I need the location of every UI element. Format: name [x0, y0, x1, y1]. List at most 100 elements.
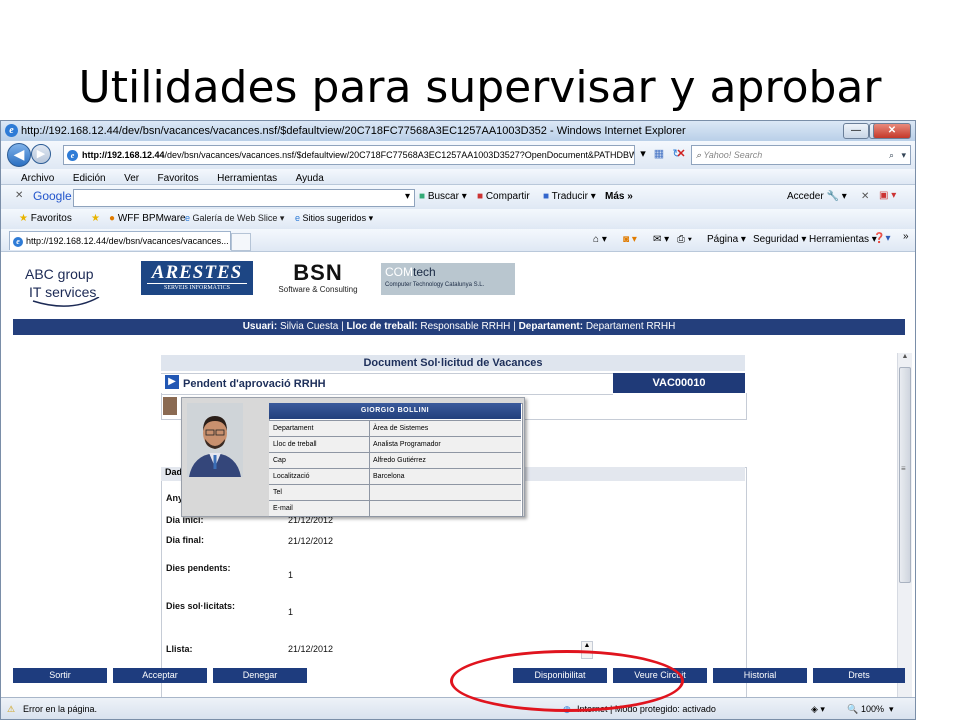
forward-button[interactable]: ▶ [31, 144, 51, 164]
popup-value: Barcelona [373, 473, 405, 480]
back-button[interactable]: ◀ [7, 143, 31, 167]
popup-row: Departament Àrea de Sistemes [269, 420, 521, 436]
mail-icon[interactable]: ✉ ▾ [653, 234, 669, 245]
popup-row: Localització Barcelona [269, 468, 521, 484]
requester-avatar[interactable] [163, 397, 177, 415]
employee-name: GIORGIO BOLLINI [269, 403, 521, 419]
google-search-input[interactable] [73, 189, 415, 207]
field-dies-sollicitats-value: 1 [288, 607, 294, 617]
popup-key: Cap [273, 457, 286, 464]
popup-row: Tel [269, 484, 521, 500]
pagina-menu[interactable]: Página ▾ [707, 234, 746, 245]
title-bar: e http://192.168.12.44/dev/bsn/vacances/… [1, 121, 915, 141]
tab-row: e http://192.168.12.44/dev/bsn/vacances/v… [1, 229, 915, 252]
historial-button[interactable]: Historial [713, 668, 807, 683]
help-icon[interactable]: ❓▾ [873, 233, 890, 244]
search-dropdown-icon[interactable]: ▾ [901, 146, 906, 164]
acceder-button[interactable]: Acceder 🔧 ▾ [787, 191, 847, 202]
close-button[interactable]: ✕ [873, 123, 911, 139]
zoom-level[interactable]: 100% [861, 698, 884, 719]
scrollbar-thumb[interactable]: ≡ [899, 367, 911, 583]
page-icon: e [67, 150, 78, 162]
chevron-more-icon[interactable]: » [903, 231, 909, 242]
employee-photo [187, 403, 243, 477]
bsn-text: BSN [293, 260, 343, 285]
address-bar[interactable]: e http://192.168.12.44/dev/bsn/vacances/v… [63, 145, 635, 165]
menu-ver[interactable]: Ver [124, 173, 139, 184]
menu-edicion[interactable]: Edición [73, 173, 106, 184]
google-buscar-button[interactable]: ■ Buscar ▾ [419, 191, 467, 202]
zoom-icon[interactable]: 🔍 [847, 698, 858, 719]
search-input[interactable]: ⌕ Yahoo! Search ⌕ ▾ [691, 145, 911, 165]
slide-title: Utilidades para supervisar y aprobar [78, 62, 882, 113]
feeds-icon[interactable]: ◙ ▾ [623, 234, 637, 245]
menu-ayuda[interactable]: Ayuda [296, 173, 324, 184]
google-traducir-button[interactable]: ■ Traducir ▾ [543, 191, 596, 202]
add-favorite-icon[interactable]: ★ [91, 213, 100, 224]
sitios-icon: e [295, 213, 301, 223]
menu-herramientas[interactable]: Herramientas [217, 173, 277, 184]
minimize-button[interactable]: — [843, 123, 869, 139]
arestes-sub: SERVEIS INFORMÀTICS [147, 283, 247, 292]
popup-row: E-mail [269, 500, 521, 516]
new-tab-button[interactable] [231, 233, 251, 251]
bsn-sub: Software & Consulting [278, 285, 358, 294]
traducir-label: Traducir [551, 191, 588, 202]
favorites-bar: ★ Favoritos ★ ● WFF BPMware e Galería de… [1, 209, 915, 230]
highlight-ellipse [450, 650, 684, 712]
popup-row: Cap Alfredo Gutiérrez [269, 452, 521, 468]
field-dies-sollicitats-label: Dies sol·licitats: [166, 601, 236, 611]
comtech-com: COM [385, 265, 413, 279]
star-icon: ★ [19, 213, 28, 224]
google-dropdown-icon[interactable]: ▾ [405, 191, 410, 202]
print-icon[interactable]: ⎙ ▾ [677, 234, 692, 245]
popup-key: E-mail [273, 505, 293, 512]
seguridad-menu[interactable]: Seguridad ▾ [753, 234, 806, 245]
fav-sitios[interactable]: e Sitios sugeridos ▾ [295, 213, 373, 224]
google-compartir-button[interactable]: ■ Compartir [477, 191, 530, 202]
addon-icon[interactable]: ▣ ▾ [879, 190, 896, 201]
herramientas-label: Herramientas [809, 234, 870, 245]
toolbar-close-icon[interactable]: ✕ [15, 190, 23, 201]
zoom-dropdown-icon[interactable]: ▾ [889, 698, 894, 719]
acceptar-button[interactable]: Acceptar [113, 668, 207, 683]
wrench-icon: 🔧 [826, 191, 839, 202]
address-path: /dev/bsn/vacances/vacances.nsf/$defaultv… [164, 150, 635, 160]
menu-archivo[interactable]: Archivo [21, 173, 54, 184]
denegar-button[interactable]: Denegar [213, 668, 307, 683]
play-arrow-icon[interactable]: ▶ [165, 375, 179, 389]
herramientas-menu[interactable]: Herramientas ▾ [809, 234, 877, 245]
compartir-label: Compartir [485, 191, 530, 202]
drets-button[interactable]: Drets [813, 668, 905, 683]
field-llista-label: Llista: [166, 644, 193, 654]
menu-favoritos[interactable]: Favoritos [158, 173, 199, 184]
toolbar-close2-icon[interactable]: ✕ [861, 191, 869, 202]
popup-key: Lloc de treball [273, 441, 317, 448]
compatibility-icon[interactable]: ▦ [651, 146, 667, 162]
home-icon[interactable]: ⌂ ▾ [593, 234, 607, 245]
search-placeholder: Yahoo! Search [703, 150, 763, 160]
fav-wff-bpmware[interactable]: ● WFF BPMware [109, 213, 186, 224]
zone-settings-icon[interactable]: ◈ ▾ [811, 698, 825, 719]
browser-window: e http://192.168.12.44/dev/bsn/vacances/… [0, 120, 916, 720]
dropdown-arrow-icon[interactable]: ▾ [635, 146, 651, 162]
arestes-text: ARESTES [151, 262, 243, 283]
abc-line1: ABC group [25, 266, 94, 282]
sortir-button[interactable]: Sortir [13, 668, 107, 683]
comtech-logo: COMtech Computer Technology Catalunya S.… [381, 263, 515, 295]
menu-bar: Archivo Edición Ver Favoritos Herramient… [1, 169, 915, 185]
scroll-up-icon[interactable]: ▲ [898, 353, 912, 360]
tab-label: http://192.168.12.44/dev/bsn/vacances/va… [26, 236, 229, 246]
field-llista-value: 21/12/2012 [288, 644, 334, 654]
window-title: http://192.168.12.44/dev/bsn/vacances/va… [21, 125, 686, 137]
warning-icon[interactable]: ⚠ [7, 698, 15, 719]
search-go-icon[interactable]: ⌕ [889, 146, 894, 164]
stop-icon[interactable]: ✕ [673, 146, 689, 162]
fav-web-slice[interactable]: e Galería de Web Slice ▾ [185, 213, 284, 224]
tab-current[interactable]: e http://192.168.12.44/dev/bsn/vacances/v… [9, 231, 231, 250]
favorites-button[interactable]: ★ Favoritos [19, 213, 72, 224]
google-mas-button[interactable]: Más » [605, 191, 633, 202]
lloc-label: Lloc de treball: [346, 321, 418, 332]
dept-label: Departament: [518, 321, 584, 332]
share-icon: ■ [477, 191, 484, 202]
